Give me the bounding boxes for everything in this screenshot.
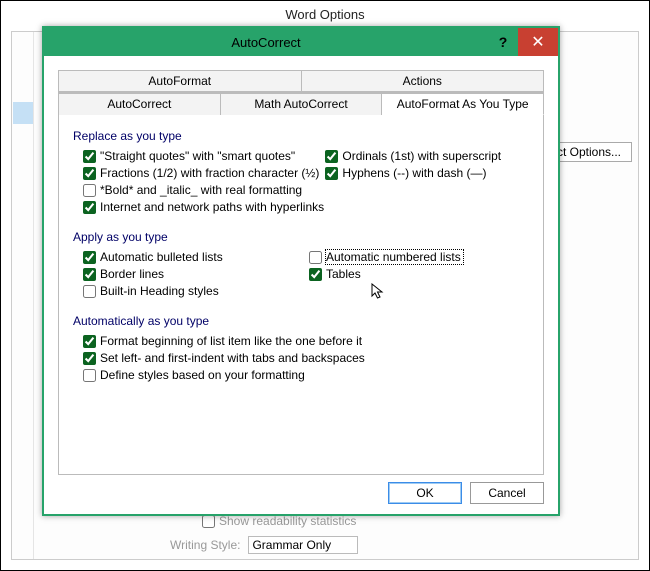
help-button[interactable]: ? bbox=[488, 34, 518, 50]
option-label: "Straight quotes" with "smart quotes" bbox=[100, 149, 295, 163]
option-checkbox[interactable] bbox=[83, 150, 96, 163]
tab-panel: Replace as you type "Straight quotes" wi… bbox=[58, 115, 544, 475]
option-checkbox[interactable] bbox=[309, 268, 322, 281]
close-button[interactable]: ✕ bbox=[518, 28, 558, 56]
tab-row-bottom: AutoCorrect Math AutoCorrect AutoFormat … bbox=[58, 93, 544, 115]
option-label: Border lines bbox=[100, 267, 164, 281]
section-apply-opts: Automatic bulleted lists Automatic number… bbox=[73, 250, 529, 298]
option-row: Automatic numbered lists bbox=[309, 250, 529, 264]
readability-label: Show readability statistics bbox=[219, 514, 356, 528]
option-label: *Bold* and _italic_ with real formatting bbox=[100, 183, 302, 197]
option-row: Ordinals (1st) with superscript bbox=[325, 149, 529, 163]
dialog-titlebar[interactable]: AutoCorrect ? ✕ bbox=[44, 28, 558, 56]
word-options-snippet: Show readability statistics Writing Styl… bbox=[162, 514, 628, 554]
section-apply-label: Apply as you type bbox=[73, 230, 529, 244]
tab-row-top: AutoFormat Actions bbox=[58, 70, 544, 93]
option-checkbox[interactable] bbox=[83, 268, 96, 281]
option-row: Internet and network paths with hyperlin… bbox=[83, 200, 529, 214]
dialog-body: AutoFormat Actions AutoCorrect Math Auto… bbox=[44, 56, 558, 514]
word-options-sidebar bbox=[12, 32, 34, 559]
tab-autoformat-as-you-type[interactable]: AutoFormat As You Type bbox=[382, 93, 544, 115]
option-label: Ordinals (1st) with superscript bbox=[342, 149, 501, 163]
option-checkbox[interactable] bbox=[83, 184, 96, 197]
tab-actions[interactable]: Actions bbox=[302, 70, 545, 92]
option-label: Automatic bulleted lists bbox=[100, 250, 223, 264]
section-replace-opts: "Straight quotes" with "smart quotes" Ord… bbox=[73, 149, 529, 214]
option-checkbox[interactable] bbox=[83, 369, 96, 382]
word-options-title: Word Options bbox=[1, 1, 649, 28]
option-checkbox[interactable] bbox=[83, 352, 96, 365]
dialog-title: AutoCorrect bbox=[44, 35, 488, 50]
autocorrect-dialog: AutoCorrect ? ✕ AutoFormat Actions AutoC… bbox=[42, 26, 560, 516]
option-checkbox[interactable] bbox=[83, 251, 96, 264]
ok-button[interactable]: OK bbox=[388, 482, 462, 504]
option-label: Fractions (1/2) with fraction character … bbox=[100, 166, 319, 180]
option-label: Hyphens (--) with dash (—) bbox=[342, 166, 486, 180]
option-row: Border lines bbox=[83, 267, 303, 281]
option-row: Built-in Heading styles bbox=[83, 284, 529, 298]
option-label: Built-in Heading styles bbox=[100, 284, 219, 298]
dialog-button-row: OK Cancel bbox=[388, 482, 544, 504]
option-row: Hyphens (--) with dash (—) bbox=[325, 166, 529, 180]
option-checkbox[interactable] bbox=[325, 150, 338, 163]
readability-checkbox[interactable] bbox=[202, 515, 215, 528]
option-row: "Straight quotes" with "smart quotes" bbox=[83, 149, 319, 163]
tab-autocorrect[interactable]: AutoCorrect bbox=[58, 93, 221, 115]
sidebar-selection bbox=[13, 102, 33, 124]
option-label: Set left- and first-indent with tabs and… bbox=[100, 351, 365, 365]
option-checkbox[interactable] bbox=[83, 285, 96, 298]
option-label: Automatic numbered lists bbox=[326, 250, 463, 264]
writing-style-label: Writing Style: bbox=[170, 538, 240, 552]
option-row: Automatic bulleted lists bbox=[83, 250, 303, 264]
option-row: *Bold* and _italic_ with real formatting bbox=[83, 183, 529, 197]
tab-math-autocorrect[interactable]: Math AutoCorrect bbox=[221, 93, 383, 115]
option-row: Fractions (1/2) with fraction character … bbox=[83, 166, 319, 180]
option-row: Define styles based on your formatting bbox=[83, 368, 529, 382]
option-label: Define styles based on your formatting bbox=[100, 368, 305, 382]
option-checkbox[interactable] bbox=[83, 335, 96, 348]
writing-style-field[interactable] bbox=[248, 536, 358, 554]
option-row: Set left- and first-indent with tabs and… bbox=[83, 351, 529, 365]
option-checkbox[interactable] bbox=[325, 167, 338, 180]
option-label: Format beginning of list item like the o… bbox=[100, 334, 362, 348]
section-auto-label: Automatically as you type bbox=[73, 314, 529, 328]
cancel-button[interactable]: Cancel bbox=[470, 482, 544, 504]
section-replace-label: Replace as you type bbox=[73, 129, 529, 143]
option-row: Format beginning of list item like the o… bbox=[83, 334, 529, 348]
option-row: Tables bbox=[309, 267, 529, 281]
option-checkbox[interactable] bbox=[83, 201, 96, 214]
option-checkbox[interactable] bbox=[83, 167, 96, 180]
tab-autoformat[interactable]: AutoFormat bbox=[58, 70, 302, 92]
option-label: Tables bbox=[326, 267, 361, 281]
option-checkbox[interactable] bbox=[309, 251, 322, 264]
section-auto-opts: Format beginning of list item like the o… bbox=[73, 334, 529, 382]
option-label: Internet and network paths with hyperlin… bbox=[100, 200, 324, 214]
